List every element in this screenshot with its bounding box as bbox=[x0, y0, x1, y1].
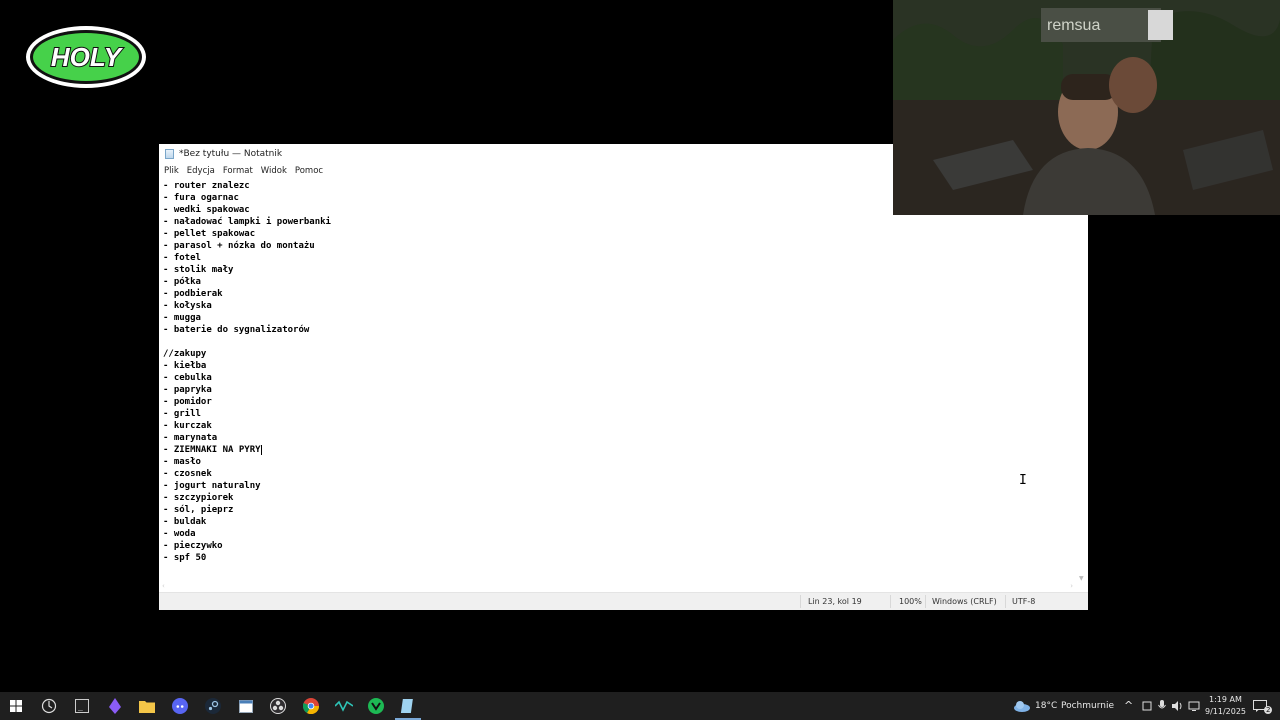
windows-start-icon[interactable] bbox=[6, 696, 26, 716]
notepad-icon bbox=[165, 148, 174, 159]
text-line[interactable]: - naładować lampki i powerbanki bbox=[159, 216, 1076, 228]
notepad-taskbar-icon[interactable] bbox=[398, 696, 418, 716]
weather-condition[interactable]: Pochmurnie bbox=[1061, 701, 1114, 711]
obs-icon[interactable] bbox=[268, 696, 288, 716]
network-icon[interactable] bbox=[1184, 696, 1204, 716]
text-line[interactable]: - kołyska bbox=[159, 300, 1076, 312]
text-line[interactable]: - cebulka bbox=[159, 372, 1076, 384]
text-line[interactable]: - mugga bbox=[159, 312, 1076, 324]
text-line[interactable]: - czosnek bbox=[159, 468, 1076, 480]
terminal-icon[interactable]: _ bbox=[72, 696, 92, 716]
logo-text: HOLY bbox=[51, 42, 124, 72]
menu-format[interactable]: Format bbox=[223, 166, 253, 176]
text-line[interactable]: - marynata bbox=[159, 432, 1076, 444]
text-line[interactable]: - pomidor bbox=[159, 396, 1076, 408]
weather-temp[interactable]: 18°C bbox=[1035, 701, 1057, 711]
taskbar: _ 18°C Pochmurnie ^ 1:19 AM 9/11/2025 2 bbox=[0, 692, 1280, 720]
text-line[interactable]: - szczypiorek bbox=[159, 492, 1076, 504]
holy-logo: HOLY bbox=[26, 26, 146, 88]
chevron-up-icon[interactable]: ^ bbox=[1124, 699, 1133, 712]
menu-plik[interactable]: Plik bbox=[164, 166, 179, 176]
clock-date[interactable]: 9/11/2025 bbox=[1205, 707, 1246, 716]
channel-sign: remsua bbox=[1047, 17, 1100, 34]
text-caret bbox=[260, 444, 262, 455]
text-line[interactable]: - masło bbox=[159, 456, 1076, 468]
discord-icon[interactable] bbox=[170, 696, 190, 716]
text-line[interactable]: - baterie do sygnalizatorów bbox=[159, 324, 1076, 336]
webcam-overlay: remsua bbox=[893, 0, 1280, 215]
text-line[interactable]: - pieczywko bbox=[159, 540, 1076, 552]
text-line[interactable]: - pellet spakowac bbox=[159, 228, 1076, 240]
text-editor-area[interactable]: - router znalezc - fura ogarnac - wedki sp… bbox=[159, 180, 1076, 582]
text-line[interactable]: - papryka bbox=[159, 384, 1076, 396]
clock-time[interactable]: 1:19 AM bbox=[1209, 695, 1242, 704]
app-purple-icon[interactable] bbox=[105, 696, 125, 716]
text-line[interactable]: - grill bbox=[159, 408, 1076, 420]
menu-widok[interactable]: Widok bbox=[261, 166, 287, 176]
menu-edycja[interactable]: Edycja bbox=[187, 166, 215, 176]
vertical-scrollbar[interactable]: ▲ ▼ bbox=[1076, 180, 1088, 582]
weather-cloud-icon[interactable] bbox=[1012, 696, 1032, 716]
text-line[interactable]: - woda bbox=[159, 528, 1076, 540]
line-ending: Windows (CRLF) bbox=[932, 597, 997, 606]
text-line[interactable]: - sól, pieprz bbox=[159, 504, 1076, 516]
cursor-position: Lin 23, kol 19 bbox=[808, 597, 862, 606]
steam-icon[interactable] bbox=[203, 696, 223, 716]
notification-count-badge: 2 bbox=[1264, 706, 1273, 714]
scroll-down-icon[interactable]: ▼ bbox=[1079, 575, 1084, 582]
green-app-icon[interactable] bbox=[366, 696, 386, 716]
text-line[interactable]: - kurczak bbox=[159, 420, 1076, 432]
text-line[interactable]: - podbierak bbox=[159, 288, 1076, 300]
status-bar: Lin 23, kol 19 100% Windows (CRLF) UTF-8 bbox=[159, 592, 1088, 610]
text-line[interactable]: - półka bbox=[159, 276, 1076, 288]
window-title: *Bez tytułu — Notatnik bbox=[179, 148, 283, 159]
text-line[interactable]: //zakupy bbox=[159, 348, 1076, 360]
scroll-left-icon[interactable]: ‹ bbox=[162, 582, 165, 590]
chrome-icon[interactable] bbox=[301, 696, 321, 716]
task-view-icon[interactable] bbox=[39, 696, 59, 716]
svg-text:_: _ bbox=[78, 702, 83, 711]
scroll-right-icon[interactable]: › bbox=[1070, 582, 1073, 590]
text-line[interactable]: - buldak bbox=[159, 516, 1076, 528]
text-line[interactable]: - kiełba bbox=[159, 360, 1076, 372]
encoding: UTF-8 bbox=[1012, 597, 1036, 606]
text-line[interactable]: - ZIEMNAKI NA PYRY bbox=[159, 444, 1076, 456]
text-cursor-icon: I bbox=[1019, 473, 1027, 488]
file-explorer-icon[interactable] bbox=[137, 696, 157, 716]
text-line[interactable]: - jogurt naturalny bbox=[159, 480, 1076, 492]
text-line[interactable]: - spf 50 bbox=[159, 552, 1076, 564]
calendar-app-icon[interactable] bbox=[236, 696, 256, 716]
menu-pomoc[interactable]: Pomoc bbox=[295, 166, 323, 176]
webcam-image: remsua bbox=[893, 0, 1280, 215]
text-line[interactable]: - parasol + nózka do montażu bbox=[159, 240, 1076, 252]
text-line[interactable]: - stolik mały bbox=[159, 264, 1076, 276]
text-line[interactable] bbox=[159, 336, 1076, 348]
text-line[interactable]: - fotel bbox=[159, 252, 1076, 264]
zoom-level: 100% bbox=[899, 597, 922, 606]
media-app-icon[interactable] bbox=[334, 696, 354, 716]
